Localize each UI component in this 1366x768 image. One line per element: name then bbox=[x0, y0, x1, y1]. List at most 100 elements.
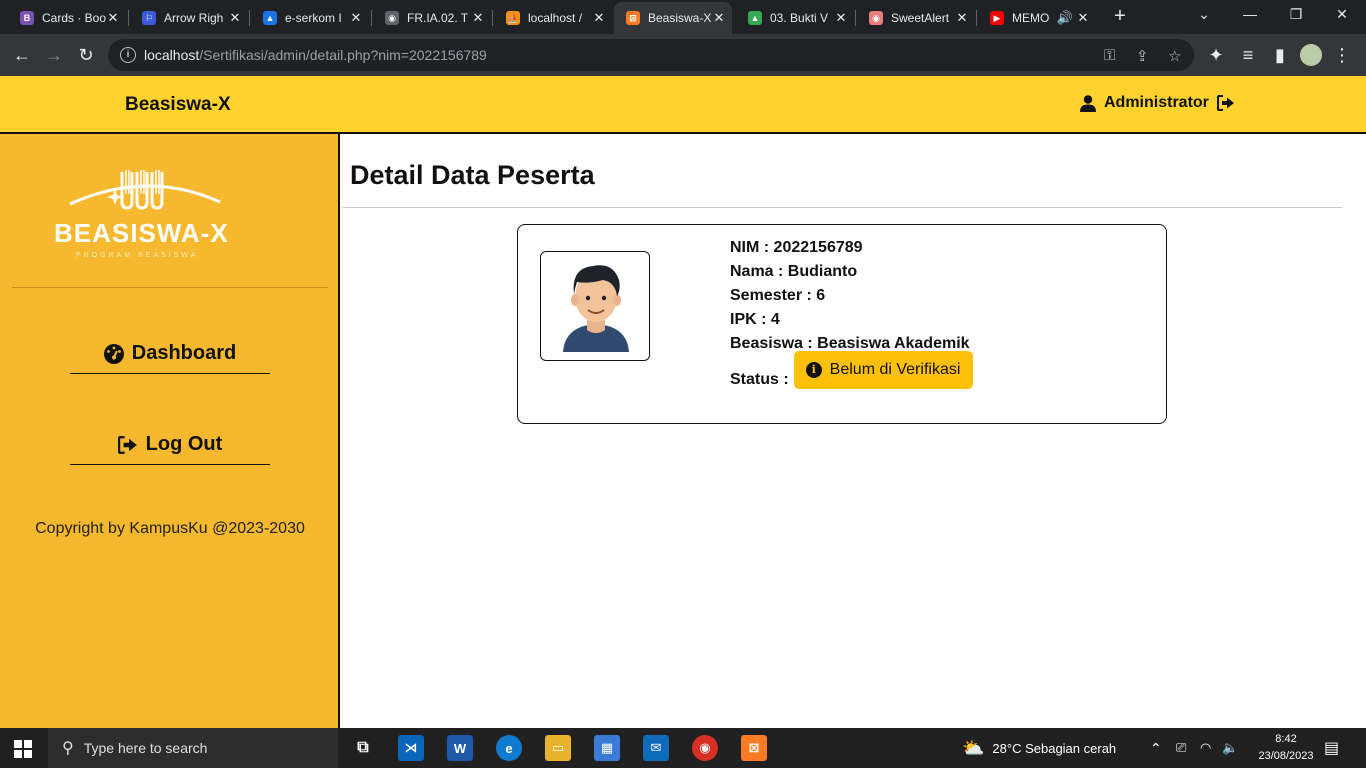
page-title: Detail Data Peserta bbox=[350, 160, 595, 190]
edge-icon[interactable]: e bbox=[496, 735, 522, 761]
extensions-icon[interactable]: ✦ bbox=[1204, 43, 1228, 67]
file-explorer-icon[interactable]: ▭ bbox=[545, 735, 571, 761]
show-hidden-icons[interactable]: ⌃ bbox=[1150, 728, 1162, 768]
info-circle-icon: i bbox=[805, 362, 822, 378]
phpmyadmin-favicon-icon: ⛵ bbox=[506, 11, 520, 25]
sidebar-item-dashboard[interactable]: Dashboard bbox=[70, 334, 270, 374]
profile-avatar-icon[interactable] bbox=[1300, 44, 1322, 66]
partly-cloudy-icon: ⛅ bbox=[962, 737, 985, 758]
sidebar-item-logout[interactable]: Log Out bbox=[70, 425, 270, 465]
back-arrow-icon[interactable]: ← bbox=[10, 43, 34, 67]
nim-text: NIM : 2022156789 bbox=[730, 239, 863, 256]
task-view-icon[interactable]: ⧉ bbox=[350, 735, 376, 761]
close-icon[interactable]: ✕ bbox=[712, 10, 726, 26]
more-menu-icon[interactable]: ⋮ bbox=[1330, 43, 1354, 67]
window-close-icon[interactable]: ✕ bbox=[1330, 6, 1354, 23]
forward-arrow-icon[interactable]: → bbox=[42, 43, 66, 67]
browser-tab-8[interactable]: ▶ MEMO 🔊 ✕ bbox=[978, 4, 1096, 32]
speaker-icon[interactable]: 🔊 bbox=[1054, 10, 1076, 26]
browser-tab-6[interactable]: ▲ 03. Bukti V ✕ bbox=[736, 4, 854, 32]
notification-icon[interactable]: ▤ bbox=[1324, 728, 1339, 768]
store-icon[interactable]: ▦ bbox=[594, 735, 620, 761]
url-host: localhost bbox=[144, 47, 200, 63]
browser-tab-2[interactable]: ▲ e-serkom I ✕ bbox=[251, 4, 369, 32]
word-icon[interactable]: W bbox=[447, 735, 473, 761]
app-brand[interactable]: Beasiswa-X bbox=[125, 94, 231, 116]
media-queue-icon[interactable]: ≡ bbox=[1236, 43, 1260, 67]
mail-icon[interactable]: ✉ bbox=[643, 735, 669, 761]
tab-title: e-serkom I bbox=[285, 11, 342, 25]
sidebar-divider bbox=[12, 287, 328, 288]
new-tab-button[interactable]: + bbox=[1110, 5, 1130, 28]
windows-start-icon[interactable] bbox=[14, 740, 32, 758]
copyright-text: Copyright by KampusKu @2023-2030 bbox=[35, 520, 305, 537]
clock-date: 23/08/2023 bbox=[1258, 750, 1314, 762]
status-badge-label: Belum di Verifikasi bbox=[829, 361, 961, 378]
vscode-icon[interactable]: ⋊ bbox=[398, 735, 424, 761]
sweetalert-favicon-icon: ◉ bbox=[869, 11, 883, 25]
close-icon[interactable]: ✕ bbox=[471, 10, 485, 26]
chrome-icon[interactable]: ◉ bbox=[692, 735, 718, 761]
bootstrap-favicon-icon: B bbox=[20, 11, 34, 25]
logout-icon[interactable] bbox=[1216, 95, 1235, 111]
close-icon[interactable]: ✕ bbox=[955, 10, 969, 26]
logo-subtitle: PROGRAM BEASISWA bbox=[76, 252, 199, 259]
title-divider bbox=[342, 207, 1342, 208]
gauge-icon bbox=[103, 343, 124, 364]
tab-search-icon[interactable]: ⌄ bbox=[1192, 6, 1216, 23]
status-row: Status : i Belum di Verifikasi bbox=[730, 351, 974, 389]
restore-icon[interactable]: ❐ bbox=[1284, 6, 1308, 23]
system-clock[interactable]: 8:42 23/08/2023 bbox=[1256, 731, 1316, 765]
tab-title: Beasiswa-X bbox=[648, 11, 712, 25]
meet-now-icon[interactable]: ⎚ bbox=[1176, 728, 1186, 768]
admin-user-menu[interactable]: Administrator bbox=[1080, 94, 1235, 112]
close-icon[interactable]: ✕ bbox=[349, 10, 363, 26]
participant-card: NIM : 2022156789 Nama : Budianto Semeste… bbox=[517, 224, 1167, 424]
close-icon[interactable]: ✕ bbox=[592, 10, 606, 26]
xampp-icon[interactable]: ⊠ bbox=[741, 735, 767, 761]
side-panel-icon[interactable]: ▮ bbox=[1268, 43, 1292, 67]
browser-tab-0[interactable]: B Cards · Boo ✕ bbox=[8, 4, 126, 32]
browser-tab-strip: B Cards · Boo ✕ ⚐ Arrow Righ ✕ ▲ e-serko… bbox=[0, 0, 1366, 34]
tab-title: MEMO bbox=[1012, 11, 1050, 25]
minimize-icon[interactable]: — bbox=[1238, 6, 1262, 22]
main-content: Detail Data Peserta NIM : 2022156789 Nam… bbox=[342, 136, 1366, 728]
reload-icon[interactable]: ↻ bbox=[74, 43, 98, 67]
search-icon: ⚲ bbox=[62, 740, 74, 757]
participant-info: NIM : 2022156789 Nama : Budianto Semeste… bbox=[730, 239, 974, 389]
site-info-icon[interactable]: i bbox=[120, 47, 136, 63]
share-icon[interactable]: ⇪ bbox=[1136, 47, 1149, 65]
xampp-favicon-icon: ⊠ bbox=[626, 11, 640, 25]
weather-text: 28°C Sebagian cerah bbox=[992, 740, 1117, 756]
youtube-favicon-icon: ▶ bbox=[990, 11, 1004, 25]
close-icon[interactable]: ✕ bbox=[1076, 10, 1090, 26]
taskbar-search[interactable]: ⚲ Type here to search bbox=[48, 728, 338, 768]
browser-toolbar: ← → ↻ i localhost/Sertifikasi/admin/deta… bbox=[0, 34, 1366, 76]
close-icon[interactable]: ✕ bbox=[228, 10, 242, 26]
sidebar: BEASISWA-X PROGRAM BEASISWA Dashboard Lo… bbox=[0, 134, 340, 728]
close-icon[interactable]: ✕ bbox=[106, 10, 120, 26]
participant-avatar bbox=[540, 251, 650, 361]
browser-tab-active[interactable]: ⊠ Beasiswa-X ✕ bbox=[614, 2, 732, 34]
volume-icon[interactable]: 🔈 bbox=[1222, 728, 1238, 768]
browser-tab-7[interactable]: ◉ SweetAlert ✕ bbox=[857, 4, 975, 32]
key-icon[interactable]: ⚿ bbox=[1104, 47, 1115, 64]
browser-tab-1[interactable]: ⚐ Arrow Righ ✕ bbox=[130, 4, 248, 32]
sidebar-item-label: Log Out bbox=[145, 433, 223, 455]
browser-tab-3[interactable]: ◉ FR.IA.02. T ✕ bbox=[373, 4, 491, 32]
clock-time: 8:42 bbox=[1275, 733, 1297, 745]
tab-title: Arrow Righ bbox=[164, 11, 224, 25]
weather-widget[interactable]: ⛅ 28°C Sebagian cerah bbox=[962, 728, 1116, 768]
triangle-favicon-icon: ▲ bbox=[263, 11, 277, 25]
nama-text: Nama : Budianto bbox=[730, 263, 858, 280]
close-icon[interactable]: ✕ bbox=[834, 10, 848, 26]
search-placeholder: Type here to search bbox=[83, 740, 208, 756]
wifi-icon[interactable]: ◠ bbox=[1200, 728, 1211, 768]
status-badge[interactable]: i Belum di Verifikasi bbox=[793, 351, 974, 389]
address-bar[interactable]: i localhost/Sertifikasi/admin/detail.php… bbox=[108, 39, 1194, 71]
browser-tab-4[interactable]: ⛵ localhost / ✕ bbox=[494, 4, 612, 32]
logo-text: BEASISWA-X bbox=[54, 218, 229, 248]
bookmark-star-icon[interactable]: ☆ bbox=[1168, 47, 1181, 65]
tab-title: Cards · Boo bbox=[42, 11, 106, 25]
ipk-text: IPK : 4 bbox=[730, 311, 780, 328]
